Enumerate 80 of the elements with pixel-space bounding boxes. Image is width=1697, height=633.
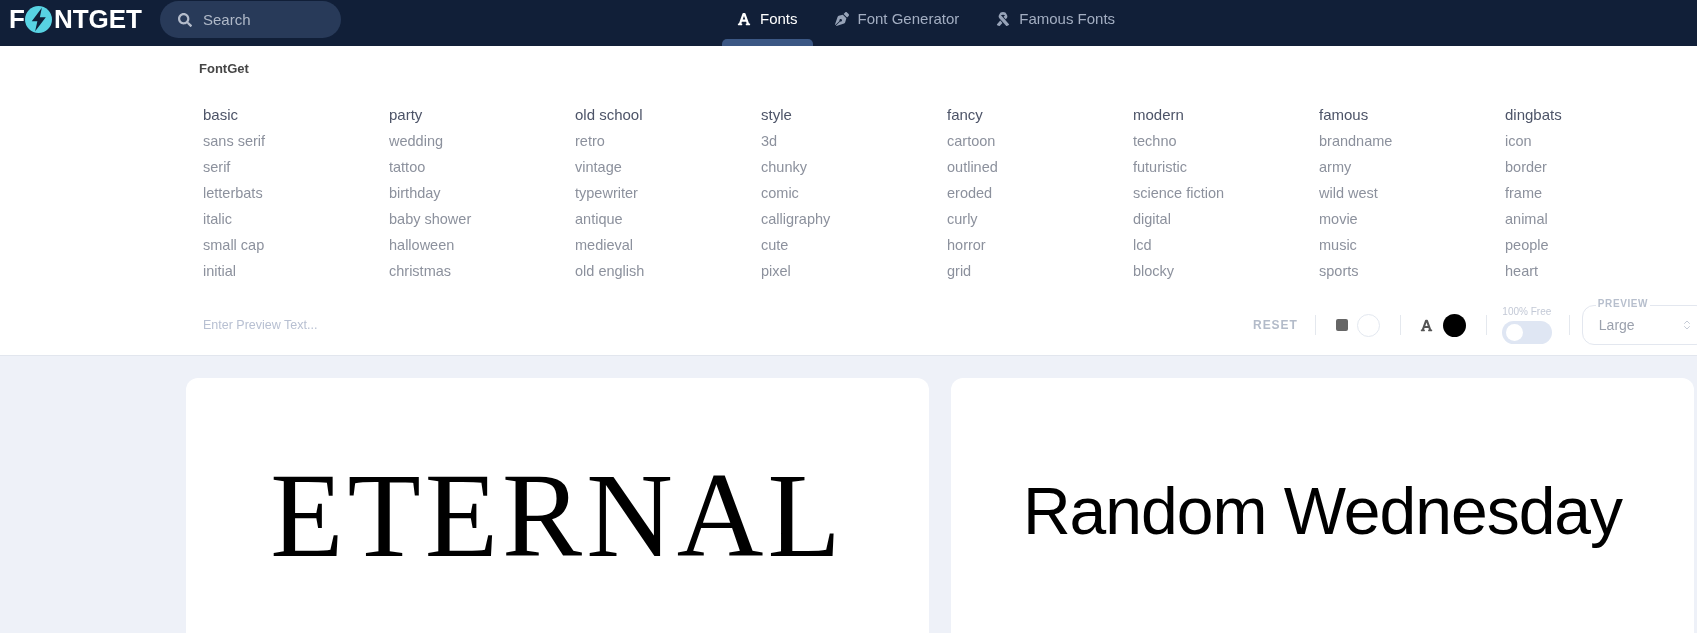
category-link[interactable]: blocky [1133,258,1175,284]
category-link[interactable]: initial [203,258,237,284]
category-link[interactable]: eroded [947,180,993,206]
font-icon [1419,318,1433,332]
category-link[interactable]: tattoo [389,154,426,180]
category-link[interactable]: outlined [947,154,998,180]
reset-button[interactable]: RESET [1253,316,1298,334]
category-link[interactable]: cute [761,232,789,258]
preview-text-input[interactable]: Enter Preview Text... [203,310,603,340]
bolt-circle-icon [24,5,52,33]
category-link[interactable]: christmas [389,258,452,284]
menu-title: FontGet [199,60,249,78]
category-heading: style [761,105,792,125]
category-link[interactable]: frame [1505,180,1543,206]
category-link[interactable]: sports [1319,258,1359,284]
category-link[interactable]: techno [1133,128,1177,154]
category-heading: famous [1319,105,1369,125]
category-link[interactable]: brandname [1319,128,1393,154]
nav-tab[interactable]: Famous Fonts [981,0,1131,46]
category-link[interactable]: army [1319,154,1352,180]
pen-nib-icon [834,12,849,26]
category-link[interactable]: letterbats [203,180,263,206]
category-link[interactable]: antique [575,206,623,232]
category-link[interactable]: horror [947,232,986,258]
category-link[interactable]: vintage [575,154,622,180]
nav-tab[interactable]: Font Generator [819,0,975,46]
category-link[interactable]: halloween [389,232,455,258]
search-field[interactable]: Search [160,1,341,38]
category-link[interactable]: people [1505,232,1549,258]
font-card[interactable]: Random Wednesday [951,378,1694,633]
category-link[interactable]: retro [575,128,605,154]
category-link[interactable]: serif [203,154,231,180]
category-link[interactable]: border [1505,154,1547,180]
text-swatch-icon[interactable] [1442,313,1466,337]
category-link[interactable]: birthday [389,180,441,206]
category-link[interactable]: wild west [1319,180,1378,206]
category-link[interactable]: music [1319,232,1357,258]
category-link[interactable]: calligraphy [761,206,831,232]
toggle-label: 100% Free [1502,306,1552,318]
category-link[interactable]: curly [947,206,978,232]
category-link[interactable]: 3d [761,128,778,154]
category-link[interactable]: lcd [1133,232,1152,258]
category-heading: dingbats [1505,105,1562,125]
category-link[interactable]: typewriter [575,180,638,206]
category-link[interactable]: baby shower [389,206,472,232]
font-icon [737,12,751,26]
category-link[interactable]: chunky [761,154,807,180]
category-link[interactable]: animal [1505,206,1548,232]
logo-text: NTGET [53,6,142,32]
category-heading: fancy [947,105,983,125]
category-heading: party [389,105,423,125]
category-link[interactable]: heart [1505,258,1539,284]
category-link[interactable]: movie [1319,206,1358,232]
category-link[interactable]: old english [575,258,645,284]
category-link[interactable]: pixel [761,258,791,284]
category-link[interactable]: science fiction [1133,180,1225,206]
category-link[interactable]: cartoon [947,128,996,154]
category-link[interactable]: sans serif [203,128,266,154]
font-preview-text: ETERNAL [270,456,845,576]
category-link[interactable]: comic [761,180,799,206]
logo-letter: F [9,6,25,32]
nav-tab[interactable]: Fonts [722,0,813,46]
category-link[interactable]: wedding [389,128,443,154]
category-link[interactable]: icon [1505,128,1532,154]
category-heading: modern [1133,105,1184,125]
background-swatch-icon[interactable] [1356,313,1380,337]
category-link[interactable]: futuristic [1133,154,1187,180]
select-label: PREVIEW [1595,298,1651,310]
category-link[interactable]: digital [1133,206,1171,232]
category-link[interactable]: grid [947,258,972,284]
font-card[interactable]: ETERNAL [186,378,929,633]
category-heading: basic [203,105,239,125]
square-icon [1335,319,1348,331]
category-heading: old school [575,105,643,125]
category-link[interactable]: italic [203,206,232,232]
category-link[interactable]: small cap [203,232,265,258]
ribbon-icon [996,12,1011,26]
category-link[interactable]: medieval [575,232,634,258]
search-icon [178,13,192,27]
free-toggle[interactable] [1501,321,1552,344]
